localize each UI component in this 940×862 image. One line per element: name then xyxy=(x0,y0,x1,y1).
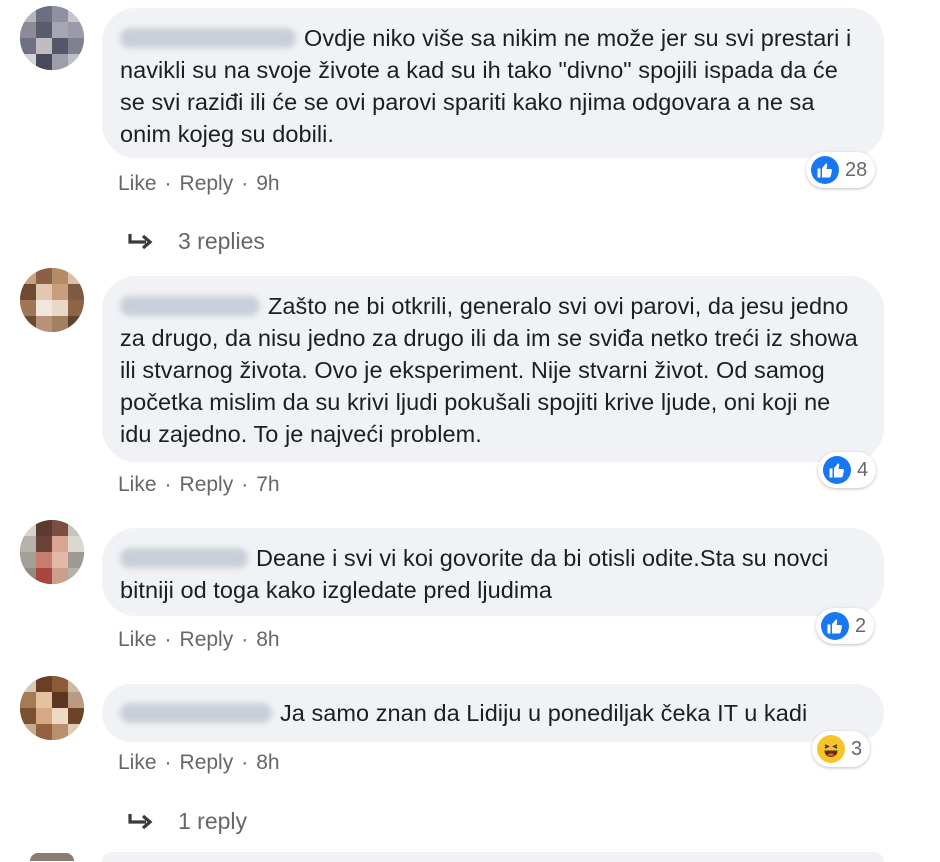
reply-arrow-icon xyxy=(128,813,153,829)
next-avatar-edge xyxy=(30,853,74,861)
separator-dot: · xyxy=(241,751,249,774)
comment-text: Ja samo znan da Lidiju u ponediljak čeka… xyxy=(280,700,808,726)
like-link[interactable]: Like xyxy=(118,751,157,774)
comment-bubble: Deane i svi vi koi govorite da bi otisli… xyxy=(102,528,884,616)
like-reaction-icon xyxy=(823,456,851,484)
comment-bubble: Zašto ne bi otkrili, generalo svi ovi pa… xyxy=(102,276,884,462)
avatar[interactable] xyxy=(20,6,84,70)
reaction-summary[interactable]: 28 xyxy=(806,152,876,188)
comment-actions: Like · Reply · 9h xyxy=(118,172,280,196)
haha-reaction-icon xyxy=(817,735,845,763)
author-name-blurred[interactable] xyxy=(120,28,296,48)
reply-link[interactable]: Reply xyxy=(180,473,234,496)
separator-dot: · xyxy=(164,751,172,774)
reply-arrow-icon xyxy=(128,233,153,249)
timestamp[interactable]: 8h xyxy=(256,751,279,774)
reaction-count: 2 xyxy=(855,614,867,637)
comment-actions: Like · Reply · 8h xyxy=(118,751,280,775)
author-name-blurred[interactable] xyxy=(120,703,272,723)
separator-dot: · xyxy=(241,473,249,496)
avatar[interactable] xyxy=(20,520,84,584)
separator-dot: · xyxy=(241,628,249,651)
separator-dot: · xyxy=(164,473,172,496)
like-link[interactable]: Like xyxy=(118,172,157,195)
reply-link[interactable]: Reply xyxy=(180,172,234,195)
comment-actions: Like · Reply · 8h xyxy=(118,628,280,652)
reply-link[interactable]: Reply xyxy=(180,628,234,651)
reaction-count: 3 xyxy=(851,737,863,760)
reaction-summary[interactable]: 3 xyxy=(812,731,871,767)
separator-dot: · xyxy=(164,172,172,195)
reaction-count: 28 xyxy=(845,158,868,181)
replies-count-label: 1 reply xyxy=(178,808,248,834)
author-name-blurred[interactable] xyxy=(120,296,260,316)
view-replies-link[interactable]: 1 reply xyxy=(126,808,247,835)
timestamp[interactable]: 8h xyxy=(256,628,279,651)
next-comment-bubble-edge xyxy=(102,852,884,862)
like-reaction-icon xyxy=(811,156,839,184)
comment-bubble: Ovdje niko više sa nikim ne može jer su … xyxy=(102,8,884,158)
replies-count-label: 3 replies xyxy=(178,228,265,254)
comment-actions: Like · Reply · 7h xyxy=(118,473,280,497)
view-replies-link[interactable]: 3 replies xyxy=(126,228,265,255)
avatar[interactable] xyxy=(20,676,84,740)
reaction-count: 4 xyxy=(857,458,869,481)
reaction-summary[interactable]: 4 xyxy=(818,452,877,488)
comment-text: Zašto ne bi otkrili, generalo svi ovi pa… xyxy=(120,293,858,447)
separator-dot: · xyxy=(241,172,249,195)
separator-dot: · xyxy=(164,628,172,651)
comment-bubble: Ja samo znan da Lidiju u ponediljak čeka… xyxy=(102,684,884,742)
timestamp[interactable]: 7h xyxy=(256,473,279,496)
like-link[interactable]: Like xyxy=(118,628,157,651)
timestamp[interactable]: 9h xyxy=(256,172,279,195)
reply-link[interactable]: Reply xyxy=(180,751,234,774)
reaction-summary[interactable]: 2 xyxy=(816,608,875,644)
like-reaction-icon xyxy=(821,612,849,640)
author-name-blurred[interactable] xyxy=(120,548,248,568)
avatar[interactable] xyxy=(20,268,84,332)
like-link[interactable]: Like xyxy=(118,473,157,496)
